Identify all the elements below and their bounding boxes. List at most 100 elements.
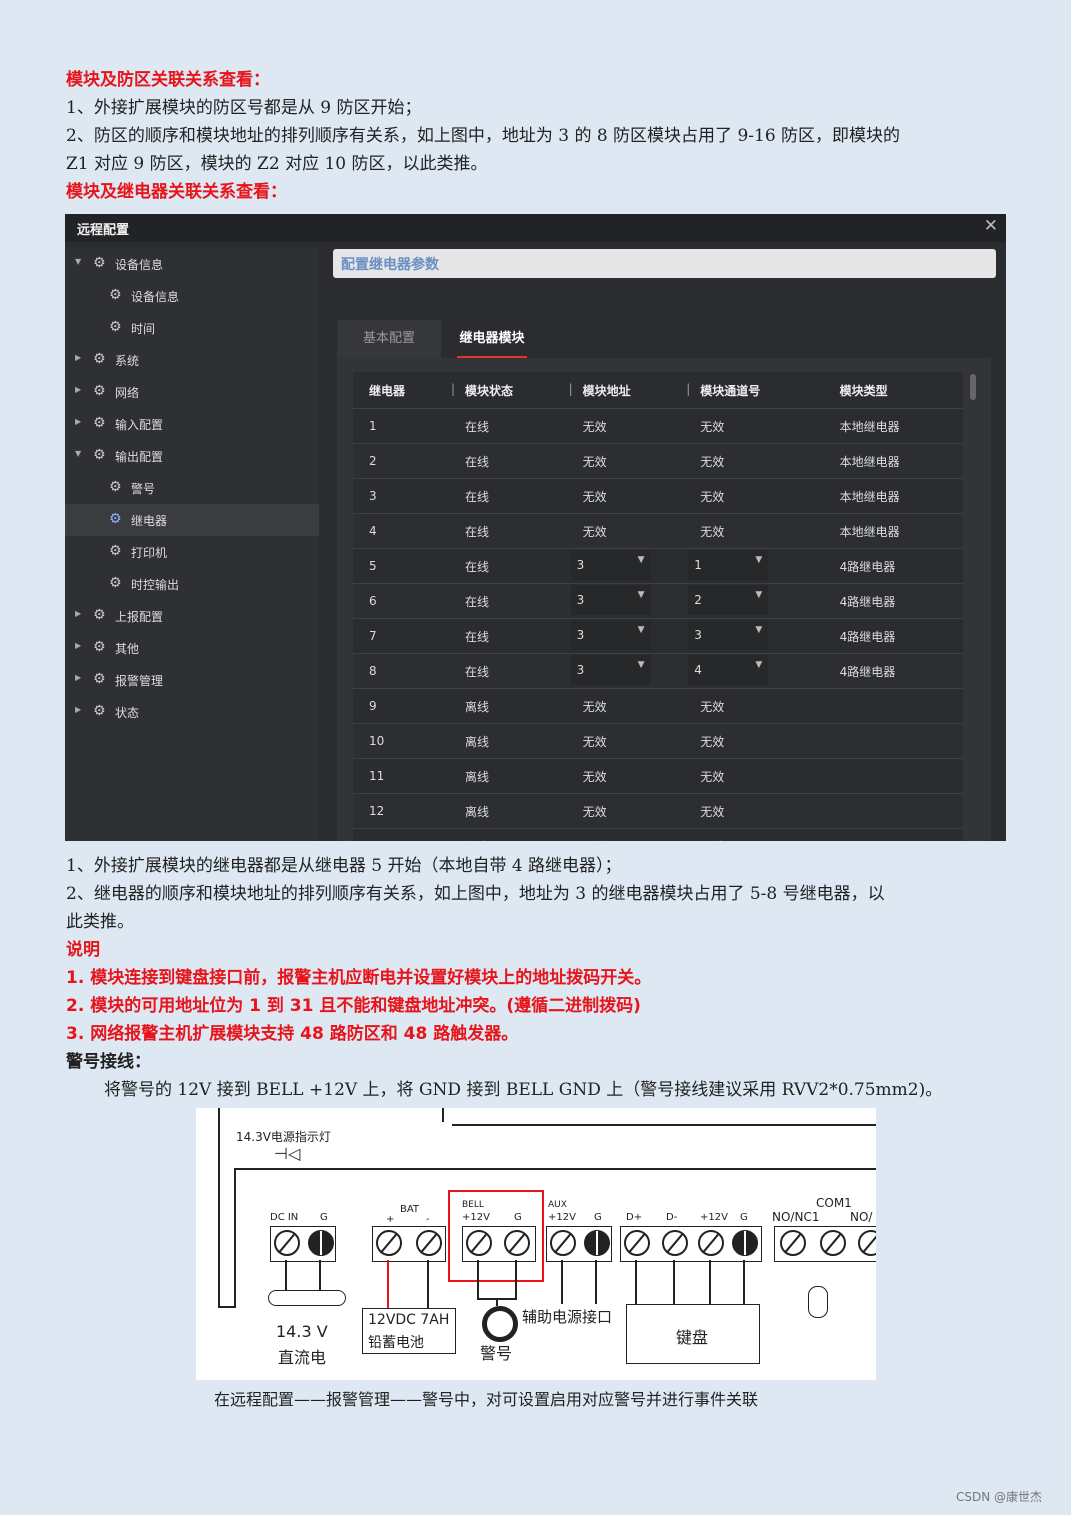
- column-header: 模块通道号: [684, 372, 824, 409]
- window-titlebar: 远程配置 ✕: [65, 214, 1006, 242]
- sidebar-item[interactable]: ⚙ 时控输出: [65, 568, 319, 600]
- battery-type-label: 铅蓄电池: [368, 1335, 424, 1351]
- table-row[interactable]: 4 在线 无效 无效 本地继电器: [353, 513, 963, 549]
- paragraph: 2、防区的顺序和模块地址的排列顺序有关系，如上图中，地址为 3 的 8 防区模块…: [66, 126, 901, 146]
- sidebar-item[interactable]: ⚙ 继电器: [65, 504, 319, 536]
- terminal-screw: [274, 1230, 300, 1256]
- sidebar-item[interactable]: ▼ ⚙ 输出配置: [65, 440, 319, 472]
- sidebar-item-label: 时间: [131, 322, 156, 336]
- caret-right-icon[interactable]: ▶: [75, 641, 81, 650]
- gear-icon: ⚙: [109, 575, 122, 591]
- module-channel-select[interactable]: 1 ▼: [684, 548, 824, 584]
- table-cell: [823, 758, 963, 794]
- tab-relay-module[interactable]: 继电器模块: [443, 320, 541, 358]
- sidebar-item-label: 上报配置: [115, 610, 164, 624]
- table-header-row: 继电器 模块状态 模块地址 模块通道号 模块类型: [353, 372, 963, 409]
- table-row[interactable]: 7 在线 3 ▼ 3 ▼ 4路继电器: [353, 618, 963, 654]
- caret-right-icon[interactable]: ▶: [75, 609, 81, 618]
- terminal-label: AUX: [548, 1200, 567, 1210]
- table-cell: 无效: [684, 408, 824, 444]
- module-channel-select[interactable]: 4 ▼: [684, 653, 824, 689]
- caret-down-icon[interactable]: ▼: [75, 449, 81, 458]
- chevron-down-icon[interactable]: ▼: [755, 555, 762, 565]
- dc-voltage-label: 14.3 V: [276, 1322, 328, 1341]
- table-cell: 4: [353, 513, 449, 549]
- chevron-down-icon[interactable]: ▼: [638, 625, 645, 635]
- sidebar-item[interactable]: ▶ ⚙ 状态: [65, 696, 319, 728]
- table-cell: 8: [353, 653, 449, 689]
- sidebar-item[interactable]: ▶ ⚙ 网络: [65, 376, 319, 408]
- sidebar-item[interactable]: ▶ ⚙ 报警管理: [65, 664, 319, 696]
- terminal-label: D-: [666, 1212, 678, 1223]
- table-row[interactable]: 10 离线 无效 无效: [353, 723, 963, 759]
- sidebar-item[interactable]: ▶ ⚙ 其他: [65, 632, 319, 664]
- chevron-down-icon[interactable]: ▼: [638, 590, 645, 600]
- table-cell: 无效: [684, 828, 824, 841]
- module-address-select[interactable]: 3 ▼: [566, 548, 685, 584]
- caret-right-icon[interactable]: ▶: [75, 673, 81, 682]
- module-address-select[interactable]: 3 ▼: [566, 653, 685, 689]
- table-cell: 7: [353, 618, 449, 654]
- dc-adapter-icon: [268, 1290, 346, 1306]
- sidebar-item[interactable]: ▶ ⚙ 系统: [65, 344, 319, 376]
- gear-icon: ⚙: [93, 383, 106, 399]
- chevron-down-icon[interactable]: ▼: [638, 555, 645, 565]
- table-scrollbar[interactable]: [970, 374, 976, 400]
- sidebar-item[interactable]: ⚙ 警号: [65, 472, 319, 504]
- terminal-screw: [504, 1230, 530, 1256]
- sidebar-item[interactable]: ⚙ 打印机: [65, 536, 319, 568]
- sidebar-item[interactable]: ▼ ⚙ 设备信息: [65, 248, 319, 280]
- sidebar-item[interactable]: ▶ ⚙ 输入配置: [65, 408, 319, 440]
- sidebar-item[interactable]: ⚙ 时间: [65, 312, 319, 344]
- column-header: 模块状态: [448, 372, 567, 409]
- dc-label: 直流电: [278, 1348, 327, 1367]
- sidebar-item-label: 系统: [115, 354, 140, 368]
- table-cell: 4路继电器: [823, 548, 963, 584]
- table-cell: 无效: [684, 443, 824, 479]
- chevron-down-icon[interactable]: ▼: [638, 660, 645, 670]
- chevron-down-icon[interactable]: ▼: [755, 660, 762, 670]
- terminal-screw: [308, 1230, 334, 1256]
- table-cell: 无效: [566, 723, 685, 759]
- caret-down-icon[interactable]: ▼: [75, 257, 81, 266]
- sidebar-item[interactable]: ▶ ⚙ 上报配置: [65, 600, 319, 632]
- sidebar-item[interactable]: ⚙ 设备信息: [65, 280, 319, 312]
- table-row[interactable]: 13离线无效无效: [353, 828, 963, 841]
- module-address-select[interactable]: 3 ▼: [566, 583, 685, 619]
- table-cell: 无效: [566, 793, 685, 829]
- terminal-label: +12V: [700, 1212, 728, 1223]
- tab-basic-config[interactable]: 基本配置: [337, 320, 441, 358]
- table-row[interactable]: 6 在线 3 ▼ 2 ▼ 4路继电器: [353, 583, 963, 619]
- table-cell: 在线: [448, 513, 567, 549]
- table-cell: 离线: [448, 758, 567, 794]
- table-cell: 在线: [448, 618, 567, 654]
- caret-right-icon[interactable]: ▶: [75, 705, 81, 714]
- close-icon[interactable]: ✕: [984, 216, 998, 236]
- module-address-select[interactable]: 3 ▼: [566, 618, 685, 654]
- table-row[interactable]: 3 在线 无效 无效 本地继电器: [353, 478, 963, 514]
- module-channel-select[interactable]: 2 ▼: [684, 583, 824, 619]
- chevron-down-icon[interactable]: ▼: [755, 590, 762, 600]
- table-cell: 2: [353, 443, 449, 479]
- caret-right-icon[interactable]: ▶: [75, 417, 81, 426]
- table-row[interactable]: 5 在线 3 ▼ 1 ▼ 4路继电器: [353, 548, 963, 584]
- table-cell: 离线: [448, 723, 567, 759]
- table-row[interactable]: 9 离线 无效 无效: [353, 688, 963, 724]
- terminal-label: D+: [626, 1212, 643, 1223]
- table-row[interactable]: 12 离线 无效 无效: [353, 793, 963, 829]
- sidebar-item-label: 时控输出: [131, 578, 180, 592]
- table-cell: 无效: [684, 793, 824, 829]
- table-row[interactable]: 8 在线 3 ▼ 4 ▼ 4路继电器: [353, 653, 963, 689]
- caret-right-icon[interactable]: ▶: [75, 353, 81, 362]
- tab-content: 继电器 模块状态 模块地址 模块通道号 模块类型 1在线无效无效本地继电器2在线…: [337, 358, 991, 841]
- module-channel-select[interactable]: 3 ▼: [684, 618, 824, 654]
- terminal-screw: [780, 1230, 806, 1256]
- chevron-down-icon[interactable]: ▼: [755, 625, 762, 635]
- gear-icon: ⚙: [109, 479, 122, 495]
- gear-icon: ⚙: [93, 639, 106, 655]
- caret-right-icon[interactable]: ▶: [75, 385, 81, 394]
- table-row[interactable]: 2 在线 无效 无效 本地继电器: [353, 443, 963, 479]
- table-row[interactable]: 1 在线 无效 无效 本地继电器: [353, 408, 963, 444]
- table-row[interactable]: 11 离线 无效 无效: [353, 758, 963, 794]
- select-value: 3: [694, 628, 702, 642]
